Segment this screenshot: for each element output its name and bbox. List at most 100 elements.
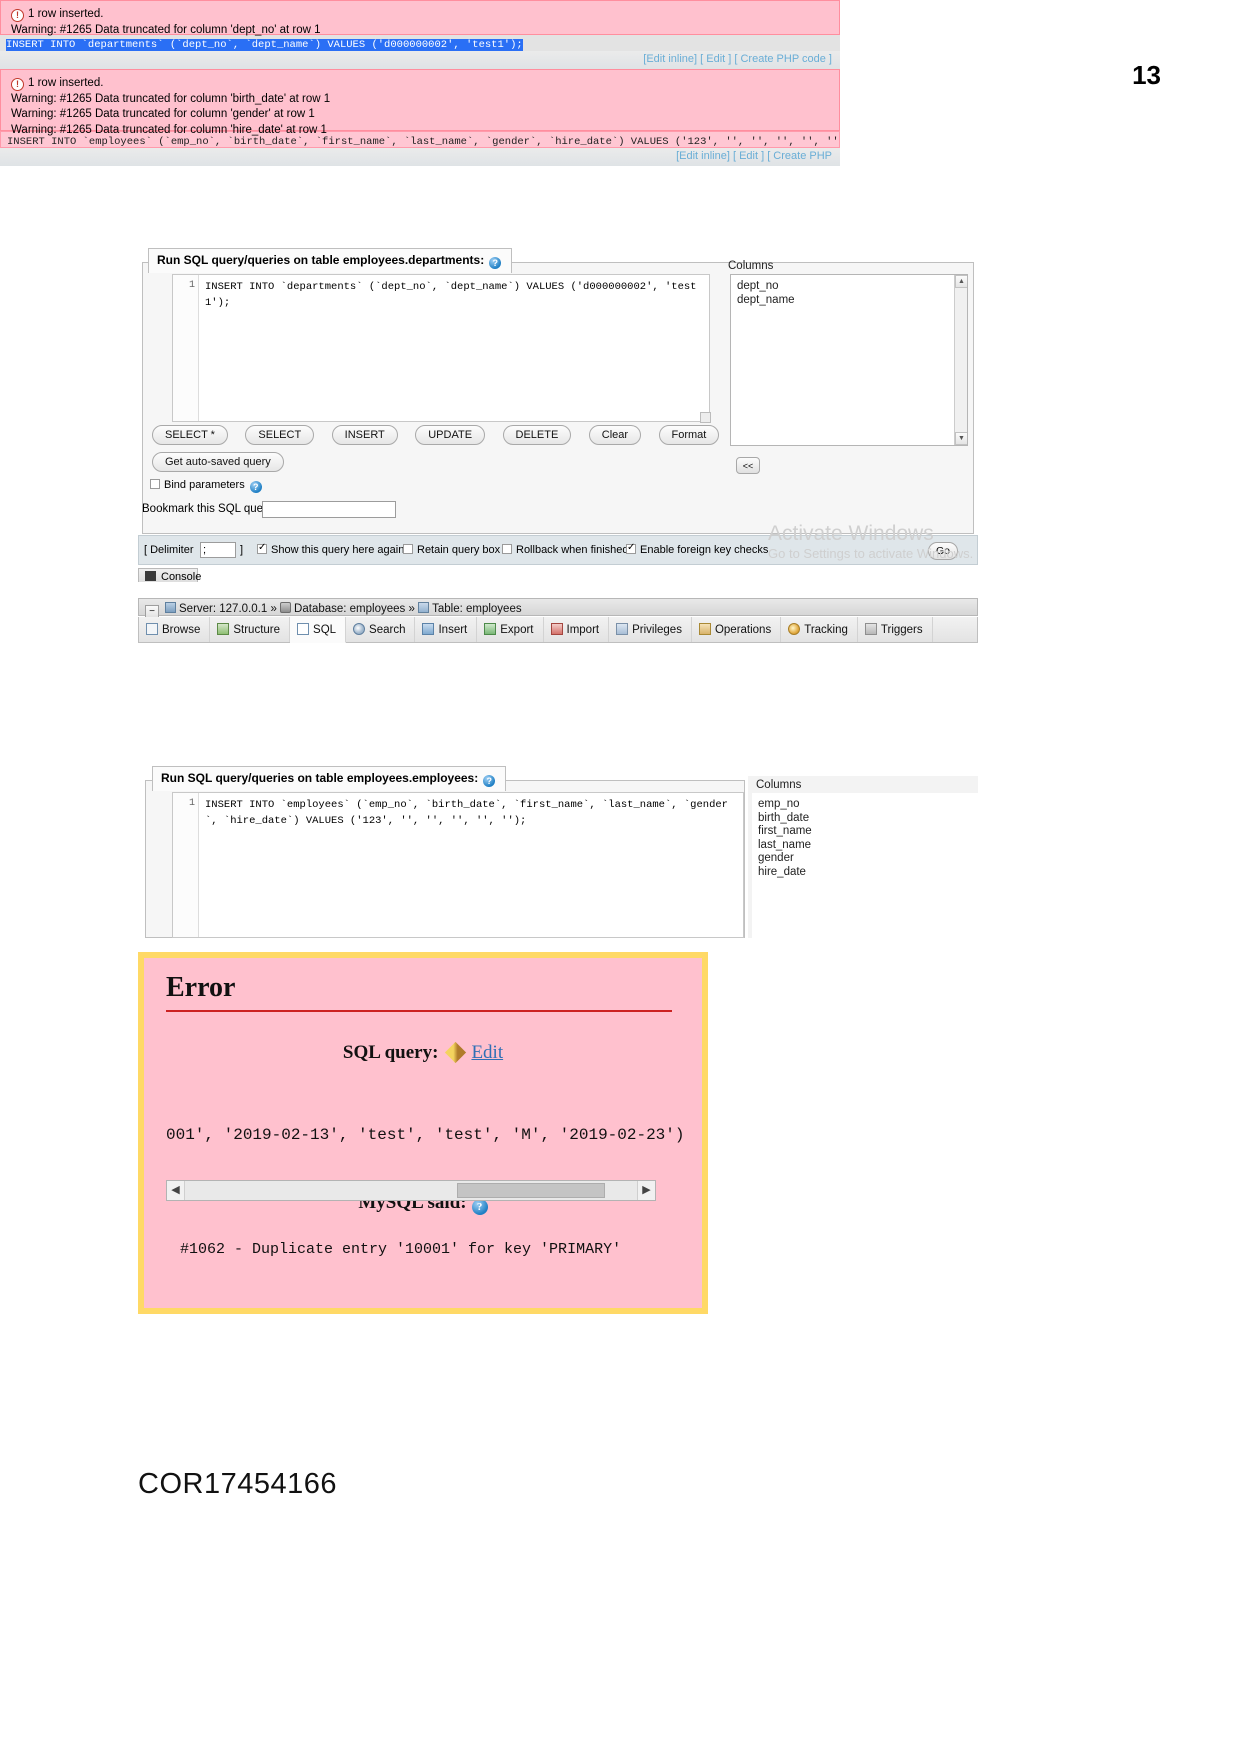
go-button[interactable]: Go: [928, 542, 958, 560]
option-fk-checks-checkbox[interactable]: [626, 542, 636, 554]
help-icon[interactable]: ?: [249, 481, 262, 493]
tab-operations[interactable]: Operations: [692, 617, 782, 642]
scroll-left-icon[interactable]: ◀: [167, 1181, 185, 1200]
option-enable-fk-checks[interactable]: Enable foreign key checks: [626, 542, 769, 556]
tab-browse[interactable]: Browse: [139, 617, 211, 642]
panel2-legend-text: Run SQL query/queries on table employees…: [161, 771, 479, 785]
option-rollback-checkbox[interactable]: [502, 544, 512, 554]
panel1-result-line-1: ! 1 row inserted.: [11, 7, 831, 23]
scroll-right-icon[interactable]: ▶: [637, 1181, 655, 1200]
error-title-rule: [166, 1010, 672, 1012]
tab-import[interactable]: Import: [544, 617, 610, 642]
column-item[interactable]: first_name: [758, 825, 972, 839]
panel1-edit-links-text: [Edit inline] [ Edit ] [ Create PHP code…: [643, 53, 832, 65]
tab-sql[interactable]: SQL: [290, 617, 347, 643]
insert-button[interactable]: INSERT: [331, 425, 398, 445]
scroll-up-icon[interactable]: ▲: [955, 275, 967, 288]
export-icon: [484, 623, 497, 635]
option-show-query-again-checkbox[interactable]: [257, 542, 267, 554]
scroll-down-icon[interactable]: ▼: [955, 432, 967, 445]
column-item[interactable]: dept_no: [737, 280, 961, 294]
panel2-result-line-2: Warning: #1265 Data truncated for column…: [11, 92, 331, 105]
option-retain-query-box-label: Retain query box: [417, 544, 501, 556]
tab-structure[interactable]: Structure: [210, 617, 291, 642]
column-item[interactable]: birth_date: [758, 812, 972, 826]
update-button[interactable]: UPDATE: [415, 425, 486, 445]
breadcrumb-table[interactable]: Table: employees: [432, 603, 522, 615]
breadcrumb-sep: »: [270, 603, 277, 615]
error-query-hscrollbar[interactable]: ◀ ▶: [166, 1180, 656, 1201]
table-icon: [418, 602, 430, 613]
columns-scrollbar[interactable]: ▲ ▼: [954, 275, 967, 445]
panel2-editor-gutter: 1: [173, 793, 199, 937]
panel2-result-line-3: Warning: #1265 Data truncated for column…: [11, 108, 315, 121]
option-retain-query-box[interactable]: Retain query box: [403, 544, 500, 556]
panel2-edit-links-text: [Edit inline] [ Edit ] [ Create PHP: [676, 150, 832, 162]
error-query-fragment: 001', '2019-02-13', 'test', 'test', 'M',…: [166, 1126, 685, 1144]
format-button[interactable]: Format: [658, 425, 720, 445]
get-auto-saved-query-button[interactable]: Get auto-saved query: [152, 452, 284, 472]
column-item[interactable]: dept_name: [737, 294, 961, 308]
panel2-columns-box[interactable]: emp_no birth_date first_name last_name g…: [752, 793, 978, 939]
delimiter-open-bracket: [ Delimiter: [144, 544, 194, 556]
panel1-legend: Run SQL query/queries on table employees…: [148, 248, 513, 273]
breadcrumb-server[interactable]: Server: 127.0.0.1: [179, 603, 267, 615]
mysql-error-message: #1062 - Duplicate entry '10001' for key …: [180, 1241, 622, 1258]
panel1-edit-links[interactable]: [Edit inline] [ Edit ] [ Create PHP code…: [0, 51, 840, 69]
tab-export[interactable]: Export: [477, 617, 544, 642]
bind-parameters-checkbox[interactable]: [150, 479, 160, 489]
option-show-query-again-label: Show this query here again: [271, 544, 405, 556]
console-bar[interactable]: Console: [138, 568, 201, 583]
document-footer-id: COR17454166: [138, 1468, 337, 1500]
breadcrumb-database[interactable]: Database: employees: [294, 603, 405, 615]
help-icon[interactable]: ?: [483, 775, 496, 787]
pencil-icon[interactable]: [445, 1041, 467, 1064]
panel1-columns-box[interactable]: dept_no dept_name ▲ ▼: [730, 274, 968, 446]
option-fk-checks-label: Enable foreign key checks: [640, 544, 769, 556]
tab-triggers[interactable]: Triggers: [858, 617, 933, 642]
panel1-autosave-row: Get auto-saved query: [152, 452, 297, 472]
panel1-sql-editor[interactable]: 1 INSERT INTO `departments` (`dept_no`, …: [172, 274, 710, 422]
panel1-button-row: SELECT * SELECT INSERT UPDATE DELETE Cle…: [152, 425, 752, 445]
tab-privileges[interactable]: Privileges: [609, 617, 692, 642]
delimiter-input[interactable]: [200, 542, 236, 558]
panel1-legend-text: Run SQL query/queries on table employees…: [157, 253, 485, 267]
delete-button[interactable]: DELETE: [502, 425, 572, 445]
tab-search[interactable]: Search: [346, 617, 416, 642]
panel1-editor-resize-grip[interactable]: [700, 412, 711, 423]
error-sql-query-heading: SQL query: Edit: [342, 1041, 504, 1064]
panel2-query-echo-text: INSERT INTO `employees` (`emp_no`, `birt…: [7, 136, 840, 148]
panel1-delimiter-group: [ Delimiter: [144, 544, 194, 556]
column-item[interactable]: hire_date: [758, 866, 972, 880]
privileges-icon: [616, 623, 629, 635]
help-icon[interactable]: ?: [471, 1199, 488, 1215]
scroll-thumb[interactable]: [457, 1183, 605, 1198]
help-icon[interactable]: ?: [489, 257, 502, 269]
select-button[interactable]: SELECT: [245, 425, 315, 445]
column-item[interactable]: emp_no: [758, 798, 972, 812]
panel1-editor-gutter: 1: [173, 275, 199, 421]
panel2-edit-links[interactable]: [Edit inline] [ Edit ] [ Create PHP: [0, 148, 840, 166]
tab-insert[interactable]: Insert: [415, 617, 478, 642]
bookmark-input[interactable]: [262, 501, 396, 518]
panel2-result-line-1: ! 1 row inserted.: [11, 76, 831, 92]
sql-icon: [297, 623, 310, 635]
error-edit-link[interactable]: Edit: [471, 1042, 503, 1063]
tab-tracking[interactable]: Tracking: [781, 617, 858, 642]
browse-icon: [146, 623, 158, 635]
operations-icon: [698, 623, 711, 635]
option-retain-query-box-checkbox[interactable]: [403, 544, 413, 554]
collapse-columns-button[interactable]: <<: [736, 457, 760, 474]
import-icon: [550, 623, 563, 635]
clear-button[interactable]: Clear: [588, 425, 642, 445]
panel2-columns-label: Columns: [756, 779, 802, 791]
option-show-query-again[interactable]: Show this query here again: [257, 542, 405, 556]
column-item[interactable]: last_name: [758, 839, 972, 853]
delimiter-close-bracket: ]: [240, 544, 244, 556]
bind-parameters-label: Bind parameters: [164, 479, 245, 491]
search-icon: [353, 623, 366, 635]
option-rollback-when-finished[interactable]: Rollback when finished: [502, 544, 629, 556]
panel2-sql-editor[interactable]: 1 INSERT INTO `employees` (`emp_no`, `bi…: [172, 792, 744, 938]
column-item[interactable]: gender: [758, 852, 972, 866]
select-star-button[interactable]: SELECT *: [152, 425, 228, 445]
